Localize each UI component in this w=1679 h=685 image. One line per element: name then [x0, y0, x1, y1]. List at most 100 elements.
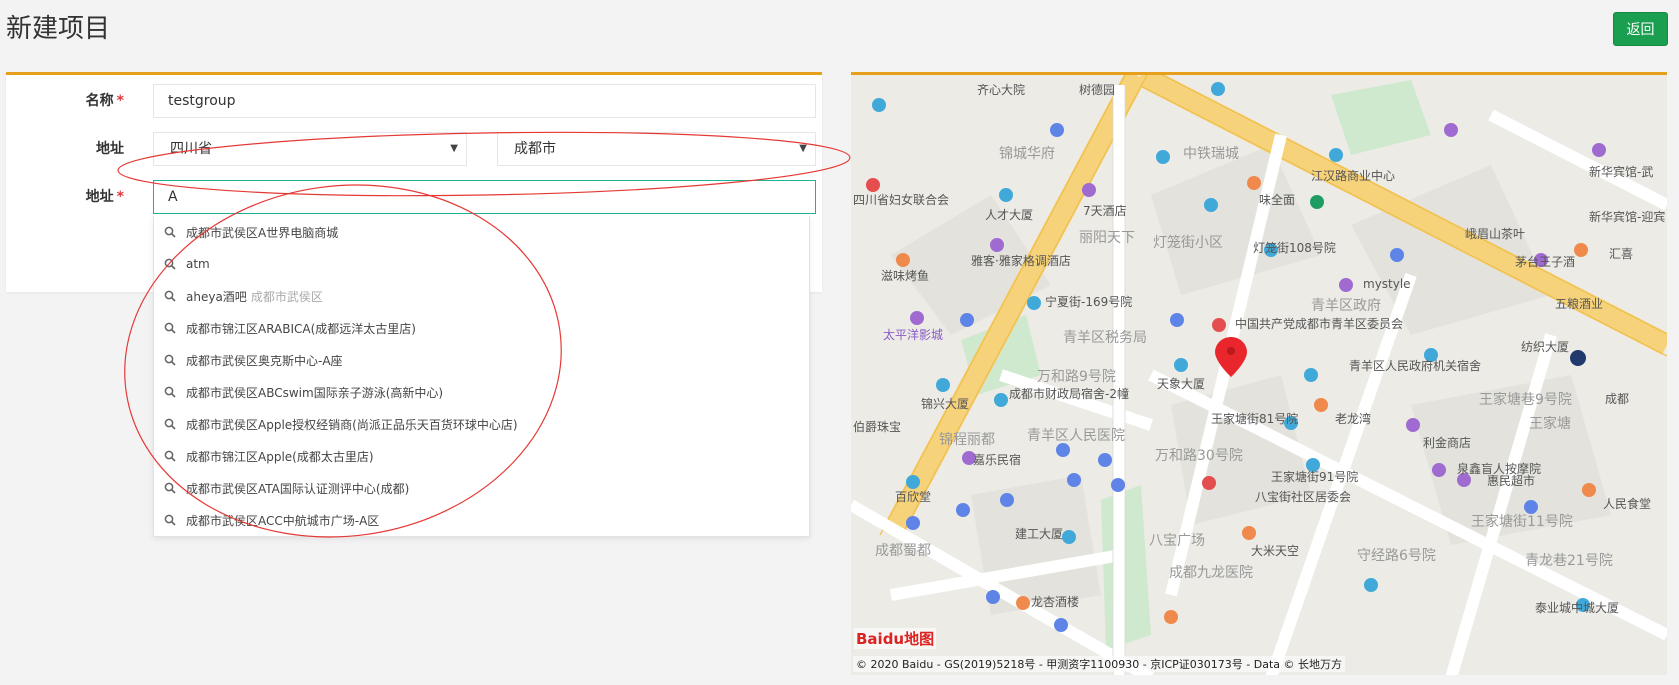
search-icon	[164, 450, 176, 462]
region-row: 地址 四川省 ▼ 成都市 ▼	[6, 132, 822, 166]
map-poi-label[interactable]: 万和路30号院	[1155, 445, 1243, 465]
search-icon	[164, 258, 176, 270]
suggestion-item[interactable]: atm	[154, 248, 809, 280]
map-poi-label[interactable]: 汇喜	[1609, 245, 1633, 262]
page: 新建项目 返回 名称 * testgroup 地址 四川省 ▼ 成都市 ▼ 地址 *…	[0, 0, 1679, 685]
map-poi-label[interactable]: 中铁瑞城	[1183, 143, 1239, 163]
chevron-down-icon: ▼	[799, 143, 807, 154]
map-poi-label[interactable]: 利金商店	[1423, 434, 1471, 451]
name-input[interactable]: testgroup	[153, 84, 816, 118]
suggestion-item[interactable]: 成都市武侯区ABCswim国际亲子游泳(高新中心)	[154, 376, 809, 408]
map-poi-label[interactable]: 成都九龙医院	[1169, 562, 1253, 582]
map-poi-label[interactable]: 新华宾馆-武	[1589, 163, 1653, 180]
search-icon	[164, 290, 176, 302]
map-poi-label[interactable]: 天象大厦	[1157, 375, 1205, 392]
address-row: 地址 * A	[6, 180, 822, 214]
map-poi-label[interactable]: 中国共产党成都市青羊区委员会	[1235, 315, 1403, 332]
map-poi-label[interactable]: 丽阳天下	[1079, 227, 1135, 247]
name-label: 名称 *	[85, 93, 124, 109]
map-poi-label[interactable]: 灯笼街108号院	[1253, 239, 1336, 256]
map-poi-label[interactable]: 灯笼街小区	[1153, 232, 1223, 252]
suggestion-text: 成都市武侯区ACC中航城市广场-A区	[186, 513, 380, 528]
suggestion-text: 成都市锦江区Apple(成都太古里店)	[186, 449, 374, 464]
map-poi-label[interactable]: 老龙湾	[1335, 410, 1371, 427]
map-poi-label[interactable]: 成都市财政局宿舍-2幢	[1009, 385, 1129, 402]
map-poi-label[interactable]: 伯爵珠宝	[853, 418, 901, 435]
map-poi-label[interactable]: 泰业城中城大厦	[1535, 599, 1619, 616]
search-icon	[164, 322, 176, 334]
map-poi-label[interactable]: 王家塘街91号院	[1271, 468, 1358, 485]
map-poi-label[interactable]: 青羊区人民医院	[1027, 425, 1125, 445]
map-poi-label[interactable]: 人民食堂	[1603, 495, 1651, 512]
suggestion-text: aheya酒吧	[186, 289, 247, 304]
map-poi-label[interactable]: 纺织大厦	[1521, 338, 1569, 355]
city-select[interactable]: 成都市 ▼	[497, 132, 816, 166]
address-suggestions: 成都市武侯区A世界电脑商城 atm aheya酒吧 成都市武侯区 成都市锦江区ARABI…	[153, 216, 810, 537]
map-poi-label[interactable]: 成都蜀都	[875, 540, 931, 560]
suggestion-item[interactable]: 成都市武侯区奥克斯中心-A座	[154, 344, 809, 376]
address-input[interactable]: A	[153, 180, 816, 214]
city-value: 成都市	[514, 141, 556, 157]
map-poi-label[interactable]: 青羊区人民政府机关宿舍	[1349, 357, 1481, 374]
suggestion-text: 成都市武侯区A世界电脑商城	[186, 225, 339, 240]
suggestion-text: atm	[186, 257, 210, 271]
map-poi-label[interactable]: 成都	[1605, 390, 1629, 407]
map-poi-label[interactable]: 万和路9号院	[1037, 366, 1116, 386]
map-poi-label[interactable]: 八宝街社区居委会	[1255, 488, 1351, 505]
suggestion-item[interactable]: 成都市锦江区Apple(成都太古里店)	[154, 440, 809, 472]
map-poi-label[interactable]: 锦程丽都	[939, 429, 995, 449]
map-canvas[interactable]	[851, 75, 1667, 675]
map-poi-label[interactable]: 王家塘巷9号院	[1479, 389, 1572, 409]
map-poi-label[interactable]: 雅客·雅家格调酒店	[971, 252, 1071, 269]
map-poi-label[interactable]: 嘉乐民宿	[973, 451, 1021, 468]
search-icon	[164, 226, 176, 238]
map-poi-label[interactable]: 王家塘街81号院	[1211, 410, 1298, 427]
map-poi-label[interactable]: 7天酒店	[1083, 202, 1127, 219]
map-poi-label[interactable]: 锦城华府	[999, 143, 1055, 163]
map-poi-label[interactable]: 青羊区税务局	[1063, 327, 1147, 347]
suggestion-text: 成都市武侯区奥克斯中心-A座	[186, 353, 343, 368]
map-poi-label[interactable]: 百欣堂	[895, 488, 931, 505]
map-poi-label[interactable]: 建工大厦	[1015, 525, 1063, 542]
province-value: 四川省	[170, 141, 212, 157]
map-poi-label[interactable]: 守经路6号院	[1357, 545, 1436, 565]
map-panel[interactable]: 齐心大院 树德园锦城华府 中铁瑞城江汉路商业中心 味全面 四川省妇女联合会人才大厦 7天酒…	[851, 72, 1667, 675]
map-poi-label[interactable]: 王家塘	[1529, 413, 1571, 433]
map-poi-label[interactable]: 大米天空	[1251, 542, 1299, 559]
suggestion-item[interactable]: 成都市锦江区ARABICA(成都远洋太古里店)	[154, 312, 809, 344]
map-poi-label[interactable]: 树德园	[1079, 81, 1115, 98]
suggestion-item[interactable]: 成都市武侯区ATA国际认证测评中心(成都)	[154, 472, 809, 504]
baidu-logo: Baidu地图	[854, 628, 937, 649]
map-poi-label[interactable]: 太平洋影城	[883, 326, 943, 343]
suggestion-item[interactable]: aheya酒吧 成都市武侯区	[154, 280, 809, 312]
map-poi-label[interactable]: 峨眉山茶叶	[1465, 225, 1525, 242]
suggestion-text: 成都市武侯区Apple授权经销商(尚派正品乐天百货环球中心店)	[186, 417, 518, 432]
map-poi-label[interactable]: 惠民超市	[1487, 472, 1535, 489]
map-poi-label[interactable]: 五粮酒业	[1555, 295, 1603, 312]
name-row: 名称 * testgroup	[6, 84, 822, 118]
map-poi-label[interactable]: 齐心大院	[977, 81, 1025, 98]
map-poi-label[interactable]: 龙杏酒楼	[1031, 593, 1079, 610]
map-poi-label[interactable]: mystyle	[1363, 277, 1411, 291]
suggestion-subtext: 成都市武侯区	[250, 289, 323, 304]
map-poi-label[interactable]: 江汉路商业中心	[1311, 167, 1395, 184]
map-poi-label[interactable]: 锦兴大厦	[921, 395, 969, 412]
map-poi-label[interactable]: 宁夏街-169号院	[1045, 293, 1132, 310]
map-poi-label[interactable]: 茅台王子酒	[1515, 253, 1575, 270]
map-poi-label[interactable]: 青羊区政府	[1311, 295, 1381, 315]
search-icon	[164, 514, 176, 526]
map-poi-label[interactable]: 四川省妇女联合会	[853, 191, 949, 208]
map-poi-label[interactable]: 八宝广场	[1149, 530, 1205, 550]
back-button[interactable]: 返回	[1613, 12, 1668, 46]
suggestion-item[interactable]: 成都市武侯区ACC中航城市广场-A区	[154, 504, 809, 536]
page-title: 新建项目	[6, 14, 111, 44]
map-poi-label[interactable]: 滋味烤鱼	[881, 267, 929, 284]
province-select[interactable]: 四川省 ▼	[153, 132, 467, 166]
map-poi-label[interactable]: 味全面	[1259, 191, 1295, 208]
map-poi-label[interactable]: 青龙巷21号院	[1525, 550, 1613, 570]
suggestion-item[interactable]: 成都市武侯区Apple授权经销商(尚派正品乐天百货环球中心店)	[154, 408, 809, 440]
map-poi-label[interactable]: 人才大厦	[985, 206, 1033, 223]
map-poi-label[interactable]: 王家塘街11号院	[1471, 511, 1573, 531]
suggestion-item[interactable]: 成都市武侯区A世界电脑商城	[154, 216, 809, 248]
map-poi-label[interactable]: 新华宾馆-迎宾	[1589, 208, 1665, 225]
